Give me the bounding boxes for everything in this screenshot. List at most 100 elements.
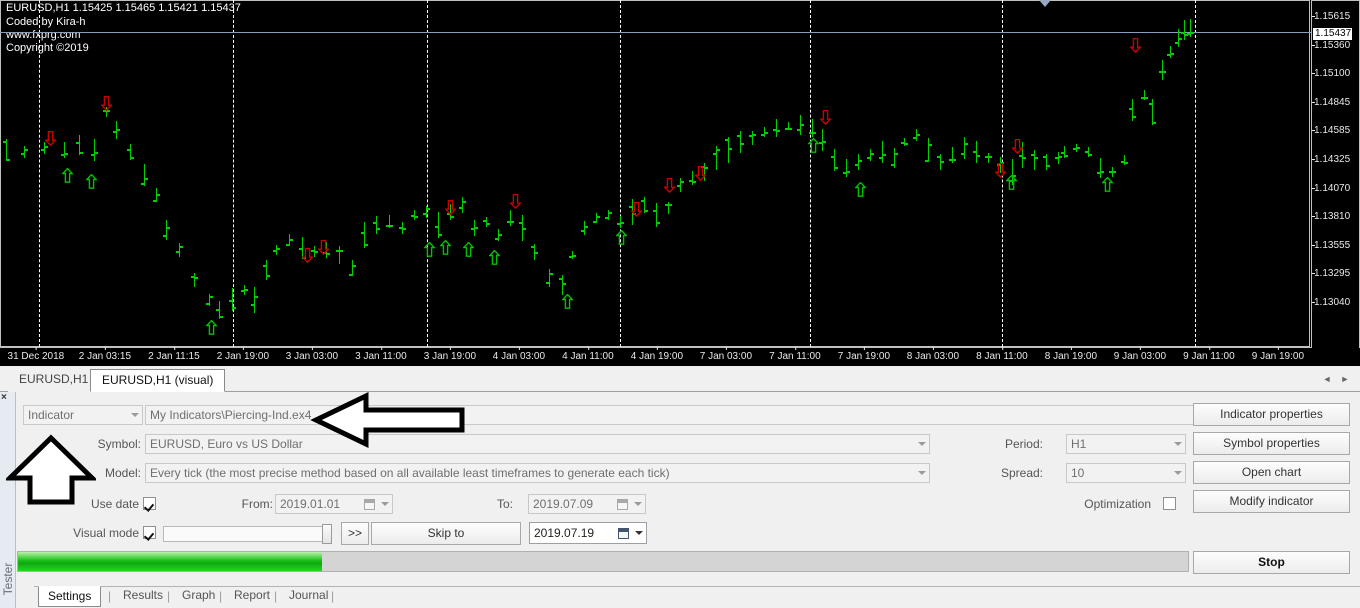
bar-close-tick xyxy=(157,194,160,197)
sell-signal-arrow-icon xyxy=(820,110,831,125)
calendar-icon[interactable] xyxy=(364,499,375,510)
visual-speed-slider[interactable] xyxy=(163,526,329,542)
bar-close-tick xyxy=(1133,116,1136,119)
buy-signal-arrow-icon xyxy=(440,240,451,255)
bar-close-tick xyxy=(741,143,744,146)
bar-open-tick xyxy=(901,142,904,145)
price-bar xyxy=(194,273,195,287)
calendar-icon[interactable] xyxy=(618,528,629,539)
calendar-icon[interactable] xyxy=(617,499,628,510)
to-date-field[interactable]: 2019.07.09 xyxy=(528,494,646,514)
open-chart-button[interactable]: Open chart xyxy=(1193,461,1350,484)
chevron-down-icon[interactable] xyxy=(634,502,642,506)
spread-label: Spread: xyxy=(1000,466,1043,480)
tab-separator: | xyxy=(274,589,278,603)
close-icon[interactable]: × xyxy=(1,393,7,403)
tester-mode-combo[interactable]: Indicator xyxy=(23,405,143,425)
bar-close-tick xyxy=(1035,157,1038,160)
skip-to-button[interactable]: Skip to xyxy=(371,522,521,545)
tab-settings[interactable]: Settings xyxy=(38,586,102,607)
chart-tab-bar[interactable]: EURUSD,H1 EURUSD,H1 (visual) ◄ ► xyxy=(0,366,1360,392)
bar-close-tick xyxy=(365,243,368,246)
tester-file-combo[interactable]: My Indicators\Piercing-Ind.ex4 xyxy=(145,405,1205,425)
chart-tab-eurusd-h1-visual[interactable]: EURUSD,H1 (visual) xyxy=(90,369,226,392)
from-date-field[interactable]: 2019.01.01 xyxy=(275,494,393,514)
sell-signal-arrow-icon xyxy=(664,178,675,193)
price-bar xyxy=(510,209,511,227)
price-bar xyxy=(144,164,145,186)
use-date-checkbox[interactable] xyxy=(143,497,156,510)
price-bar xyxy=(1100,158,1101,178)
chevron-down-icon xyxy=(918,442,926,446)
visual-speed-slider-thumb[interactable] xyxy=(322,524,332,544)
buy-signal-arrow-icon xyxy=(808,138,819,153)
bar-close-tick xyxy=(403,227,406,230)
bar-open-tick xyxy=(263,265,266,268)
chevron-down-icon xyxy=(918,471,926,475)
period-combo[interactable]: H1 xyxy=(1066,434,1186,454)
sell-signal-arrow-icon xyxy=(445,200,456,215)
chevron-down-icon[interactable] xyxy=(381,502,389,506)
chart-panel[interactable]: EURUSD,H1 1.15425 1.15465 1.15421 1.1543… xyxy=(0,0,1360,366)
price-scale[interactable]: 1.15615 1.15360 1.15100 1.14845 1.14585 1.143… xyxy=(1311,0,1360,348)
bar-close-tick xyxy=(463,200,466,203)
bar-close-tick xyxy=(427,208,430,211)
tab-graph[interactable]: Graph xyxy=(173,586,224,607)
bar-close-tick xyxy=(511,221,514,224)
symbol-properties-button[interactable]: Symbol properties xyxy=(1193,432,1350,455)
bar-close-tick xyxy=(167,226,170,229)
bar-open-tick xyxy=(653,209,656,212)
buy-signal-arrow-icon xyxy=(562,294,573,309)
bar-close-tick xyxy=(941,160,944,163)
tab-scroll-right-icon[interactable]: ► xyxy=(1338,372,1352,386)
time-tick: 4 Jan 11:00 xyxy=(562,347,614,362)
tab-results[interactable]: Results xyxy=(114,586,172,607)
bar-open-tick xyxy=(1167,54,1170,57)
skip-to-date-field[interactable]: 2019.07.19 xyxy=(529,522,647,544)
time-scale[interactable]: 31 Dec 2018 2 Jan 03:15 2 Jan 11:15 2 Jan 1… xyxy=(0,347,1311,366)
chart-plot-area[interactable]: EURUSD,H1 1.15425 1.15465 1.15421 1.1543… xyxy=(0,0,1311,348)
price-bar xyxy=(1046,154,1047,170)
buy-signal-arrow-icon xyxy=(616,230,627,245)
chart-copyright-line: Copyright ©2019 xyxy=(6,42,89,54)
tester-tab-bar[interactable]: Settings | Results | Graph | Report | Jo… xyxy=(34,586,1360,608)
bar-close-tick xyxy=(929,144,932,147)
model-combo[interactable]: Every tick (the most precise method base… xyxy=(145,463,930,483)
skip-to-date-value: 2019.07.19 xyxy=(534,526,595,540)
bar-open-tick xyxy=(843,171,846,174)
bar-close-tick xyxy=(585,226,588,229)
chart-tab-eurusd-h1[interactable]: EURUSD,H1 xyxy=(8,369,100,392)
visual-mode-checkbox[interactable] xyxy=(143,526,156,539)
bar-close-tick xyxy=(965,142,968,145)
chevron-down-icon[interactable] xyxy=(635,531,643,535)
tab-report[interactable]: Report xyxy=(225,586,279,607)
stop-button[interactable]: Stop xyxy=(1193,551,1350,574)
fast-forward-button[interactable]: >> xyxy=(341,522,369,545)
bar-open-tick xyxy=(483,220,486,223)
tab-scroll-left-icon[interactable]: ◄ xyxy=(1320,372,1334,386)
time-tick: 8 Jan 03:00 xyxy=(906,347,960,362)
indicator-properties-button[interactable]: Indicator properties xyxy=(1193,403,1350,426)
chart-top-marker-triangle xyxy=(1039,0,1051,7)
sell-signal-arrow-icon xyxy=(1130,38,1141,53)
time-tick: 7 Jan 03:00 xyxy=(699,347,753,362)
sell-signal-arrow-icon xyxy=(45,131,56,146)
bar-open-tick xyxy=(141,182,144,185)
time-tick: 9 Jan 19:00 xyxy=(1251,347,1305,362)
modify-indicator-button[interactable]: Modify indicator xyxy=(1193,490,1350,513)
tab-journal[interactable]: Journal xyxy=(280,586,337,607)
time-tick: 3 Jan 11:00 xyxy=(355,347,407,362)
bar-open-tick xyxy=(1073,147,1076,150)
to-date-value: 2019.07.09 xyxy=(533,497,594,511)
grid-line xyxy=(427,0,428,347)
symbol-combo[interactable]: EURUSD, Euro vs US Dollar xyxy=(145,434,930,454)
bar-open-tick xyxy=(761,133,764,136)
bar-close-tick xyxy=(645,210,648,213)
sell-signal-arrow-icon xyxy=(302,248,313,263)
spread-combo[interactable]: 10 xyxy=(1066,463,1186,483)
tab-separator: | xyxy=(167,589,171,603)
bar-open-tick xyxy=(206,303,209,306)
strategy-tester-panel[interactable]: × Tester Indicator My Indicators\Piercin… xyxy=(0,392,1360,608)
optimization-checkbox[interactable] xyxy=(1163,497,1176,510)
chart-symbol-header: EURUSD,H1 1.15425 1.15465 1.15421 1.1543… xyxy=(6,2,241,14)
